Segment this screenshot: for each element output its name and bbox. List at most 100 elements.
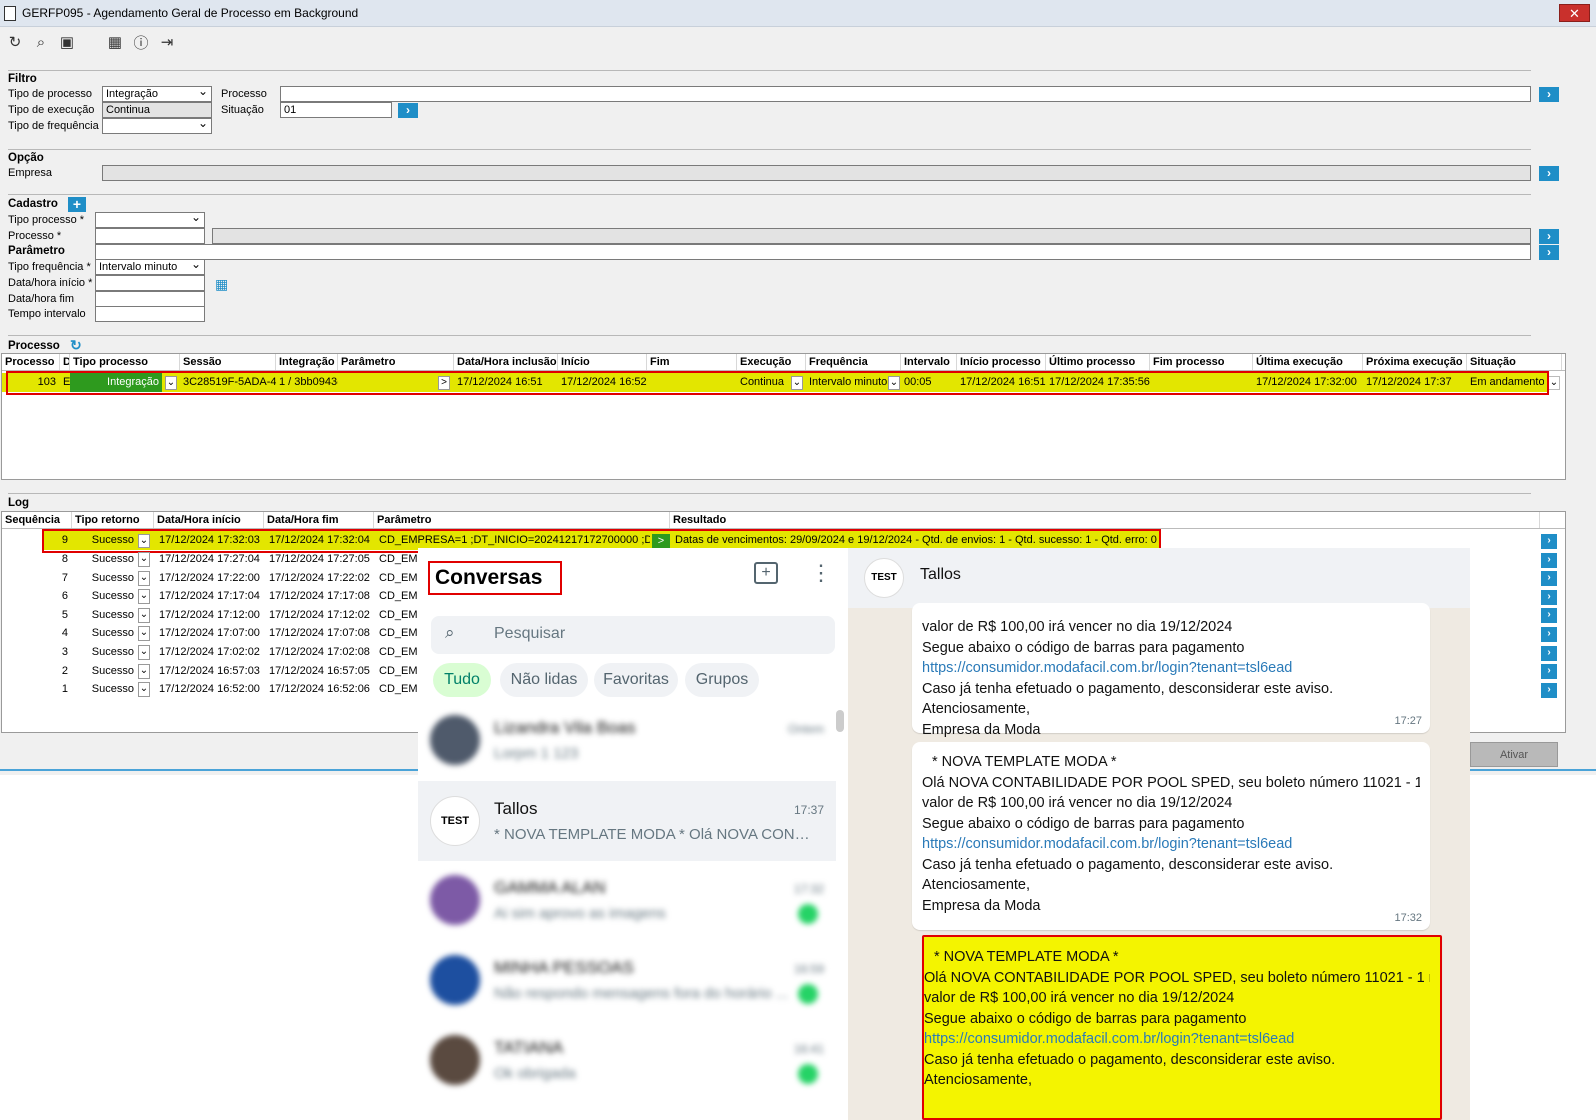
log-row[interactable]: 4 Sucesso ⌄ 17/12/2024 17:07:00 17/12/20… [44, 624, 424, 642]
filter-chip-0[interactable]: Tudo [433, 663, 491, 697]
ativar-button[interactable]: Ativar [1470, 742, 1558, 767]
tipo-processo-select[interactable]: Integração [102, 86, 212, 102]
situacao-input[interactable]: 01 [280, 102, 392, 118]
message-bubble[interactable]: valor de R$ 100,00 irá vencer no dia 19/… [912, 603, 1430, 738]
empresa-field[interactable] [102, 165, 1531, 181]
message-bubble[interactable]: * NOVA TEMPLATE MODA * Olá NOVA CONTABILI… [922, 935, 1442, 1120]
new-chat-icon[interactable]: + [754, 562, 778, 584]
tempo-intervalo-input[interactable] [95, 306, 205, 322]
processo-header-12[interactable]: Início processo [957, 354, 1046, 370]
tipo-execucao-field[interactable]: Continua [102, 102, 212, 118]
processo-header-5[interactable]: Parâmetro [338, 354, 454, 370]
chat-list-scrollbar[interactable] [836, 710, 844, 732]
situacao-go-button[interactable]: › [398, 103, 418, 118]
tipo-retorno-dropdown-icon[interactable]: ⌄ [138, 626, 150, 642]
filter-chip-3[interactable]: Grupos [685, 663, 759, 697]
processo-header-13[interactable]: Último processo [1046, 354, 1150, 370]
refresh-icon[interactable]: ↻ [6, 33, 24, 51]
tipo-retorno-dropdown-icon[interactable]: ⌄ [138, 607, 150, 623]
execucao-dropdown-icon[interactable]: ⌄ [791, 376, 803, 390]
search-bar[interactable]: ⌕ Pesquisar [431, 616, 835, 654]
cad-processo-go-button[interactable]: › [1539, 229, 1559, 244]
processo-header-17[interactable]: Situação [1467, 354, 1562, 370]
tipo-retorno-dropdown-icon[interactable]: ⌄ [138, 534, 150, 548]
cad-processo-input[interactable] [95, 228, 205, 244]
processo-header-15[interactable]: Última execução [1253, 354, 1363, 370]
log-row-open-button[interactable]: › [1541, 645, 1557, 661]
log-row[interactable]: 5 Sucesso ⌄ 17/12/2024 17:12:00 17/12/20… [44, 606, 424, 624]
message-link[interactable]: https://consumidor.modafacil.com.br/logi… [922, 658, 1420, 679]
processo-row[interactable]: 103Em3C28519F-5ADA-4E1 / 3bb0943(17/12/2… [2, 373, 1560, 392]
processo-header-7[interactable]: Início [558, 354, 647, 370]
refresh-grid-icon[interactable]: ↻ [70, 337, 82, 354]
calendar-icon[interactable]: ▦ [106, 33, 124, 51]
search-icon[interactable]: ⌕ [32, 34, 50, 51]
close-button[interactable]: ✕ [1559, 4, 1590, 22]
menu-icon[interactable]: ⋮ [810, 561, 832, 585]
log-header-0[interactable]: Sequência [2, 512, 72, 528]
parametro-go-button[interactable]: › [1539, 245, 1559, 260]
processo-header-6[interactable]: Data/Hora inclusão [454, 354, 558, 370]
parametro-open-button[interactable]: > [438, 376, 450, 390]
filter-chip-2[interactable]: Favoritas [594, 663, 678, 697]
chat-item[interactable]: TATIANA Ok obrigada 16:41 [418, 1020, 836, 1100]
log-row-open-button[interactable]: › [1541, 552, 1557, 568]
log-row-open-button[interactable]: › [1541, 608, 1557, 624]
processo-header-9[interactable]: Execução [737, 354, 806, 370]
message-link[interactable]: https://consumidor.modafacil.com.br/logi… [924, 1029, 1430, 1050]
message-bubble[interactable]: * NOVA TEMPLATE MODA * Olá NOVA CONTABILI… [912, 742, 1430, 930]
tipo-retorno-dropdown-icon[interactable]: ⌄ [138, 552, 150, 567]
cad-tipo-frequencia-select[interactable]: Intervalo minuto [95, 259, 205, 275]
processo-header-2[interactable]: Tipo processo [70, 354, 180, 370]
log-header-3[interactable]: Data/Hora fim [264, 512, 374, 528]
log-row[interactable]: 7 Sucesso ⌄ 17/12/2024 17:22:00 17/12/20… [44, 569, 424, 587]
chat-item[interactable]: TEST Tallos * NOVA TEMPLATE MODA * Olá N… [418, 781, 836, 861]
log-row[interactable]: 3 Sucesso ⌄ 17/12/2024 17:02:02 17/12/20… [44, 643, 424, 661]
processo-header-14[interactable]: Fim processo [1150, 354, 1253, 370]
log-header-2[interactable]: Data/Hora início [154, 512, 264, 528]
filter-chip-1[interactable]: Não lidas [500, 663, 588, 697]
log-header-4[interactable]: Parâmetro [374, 512, 670, 528]
add-button[interactable]: + [68, 197, 86, 212]
log-row-open-button[interactable]: › [1541, 682, 1557, 698]
situacao-dropdown-icon[interactable]: ⌄ [1548, 376, 1560, 390]
empresa-go-button[interactable]: › [1539, 166, 1559, 181]
data-inicio-input[interactable] [95, 275, 205, 291]
tipo-retorno-dropdown-icon[interactable]: ⌄ [138, 645, 150, 660]
message-link[interactable]: https://consumidor.modafacil.com.br/logi… [922, 834, 1420, 855]
help-icon[interactable]: ⓘ [132, 32, 150, 53]
exit-icon[interactable]: ⇥ [158, 33, 176, 51]
processo-header-3[interactable]: Sessão [180, 354, 276, 370]
parametro-input[interactable] [95, 244, 1531, 260]
calendar-picker-icon[interactable]: ▦ [215, 276, 228, 293]
log-row-open-button[interactable]: › [1541, 589, 1557, 605]
tipo-retorno-dropdown-icon[interactable]: ⌄ [138, 682, 150, 698]
log-row-open-button[interactable]: › [1541, 664, 1557, 680]
data-fim-input[interactable] [95, 291, 205, 307]
processo-header-4[interactable]: Integração [276, 354, 338, 370]
log-header-5[interactable]: Resultado [670, 512, 1540, 528]
chat-item[interactable]: Lizandra Vila Boas Lorpm 1 123 Ontem [418, 700, 836, 780]
processo-header-10[interactable]: Frequência [806, 354, 901, 370]
processo-header-16[interactable]: Próxima execução [1363, 354, 1467, 370]
save-icon[interactable]: ▣ [58, 33, 76, 51]
processo-header-8[interactable]: Fim [647, 354, 737, 370]
log-row[interactable]: 8 Sucesso ⌄ 17/12/2024 17:27:04 17/12/20… [44, 550, 424, 568]
log-row[interactable]: 6 Sucesso ⌄ 17/12/2024 17:17:04 17/12/20… [44, 587, 424, 605]
tipo-retorno-dropdown-icon[interactable]: ⌄ [138, 663, 150, 679]
log-row[interactable]: 2 Sucesso ⌄ 17/12/2024 16:57:03 17/12/20… [44, 662, 424, 680]
log-row-open-button[interactable]: › [1541, 571, 1557, 587]
processo-filter-input[interactable] [280, 86, 1531, 102]
tipo-dropdown-icon[interactable]: ⌄ [165, 376, 177, 390]
processo-header-1[interactable]: D [60, 354, 70, 370]
processo-filter-go-button[interactable]: › [1539, 87, 1559, 102]
log-parametro-open-button[interactable]: > [652, 534, 670, 548]
chat-item[interactable]: GAMMA ALAN Ai sim aprovo as imagens 17:3… [418, 860, 836, 940]
processo-header-0[interactable]: Processo [2, 354, 60, 370]
contact-name[interactable]: Tallos [920, 566, 961, 584]
tipo-retorno-dropdown-icon[interactable]: ⌄ [138, 570, 150, 586]
log-row-open-button[interactable]: › [1541, 534, 1557, 549]
chat-item[interactable]: MINHA PESSOAS Não respondo mensagens for… [418, 940, 836, 1020]
contact-avatar[interactable]: TEST [864, 558, 904, 598]
processo-header-11[interactable]: Intervalo [901, 354, 957, 370]
